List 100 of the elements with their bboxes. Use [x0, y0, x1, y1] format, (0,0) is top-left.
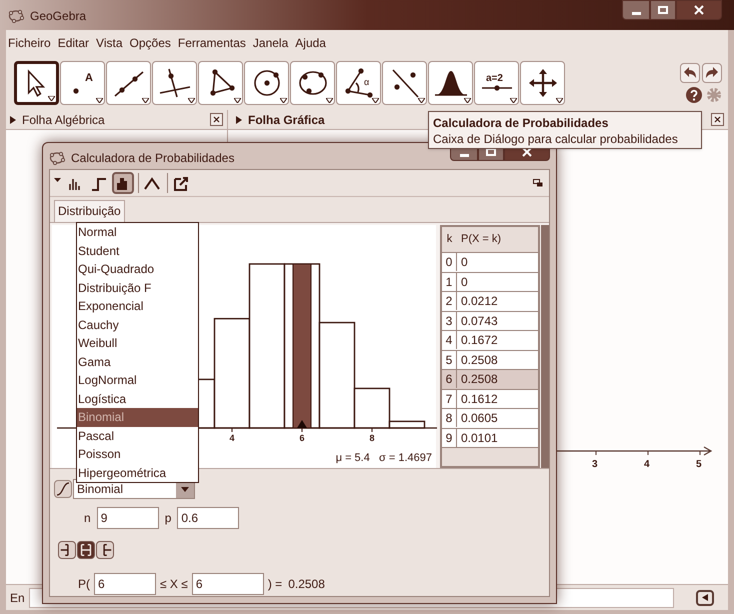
- dropdown-arrow-icon: [464, 98, 471, 103]
- menu-item[interactable]: Ficheiro: [8, 34, 51, 52]
- table-cell: 9: [442, 428, 457, 447]
- tool-button[interactable]: [14, 61, 59, 105]
- table-cell: 7: [442, 390, 457, 408]
- distribution-option[interactable]: LogNormal: [77, 371, 198, 390]
- menu-item[interactable]: Editar: [58, 34, 90, 52]
- expand-icon: [10, 116, 16, 124]
- table-row[interactable]: 9 0.0101: [442, 428, 538, 448]
- distribution-option[interactable]: Binomial: [77, 408, 198, 426]
- tool-button[interactable]: [152, 61, 197, 105]
- parameter-field[interactable]: 0.6: [177, 507, 240, 529]
- close-icon: [714, 116, 721, 123]
- distribution-option[interactable]: Poisson: [77, 445, 198, 464]
- tool-button[interactable]: [244, 61, 289, 105]
- probability-equals: ) =: [268, 576, 282, 593]
- menu-item[interactable]: Opções: [130, 34, 171, 52]
- menu-item[interactable]: Janela: [252, 34, 288, 52]
- distribution-option[interactable]: Exponencial: [77, 297, 198, 316]
- axis-tick-label: 6: [300, 433, 304, 443]
- cumulative-toggle-button[interactable]: [54, 480, 72, 498]
- axis-tick-label: 5: [696, 458, 702, 472]
- tool-button[interactable]: [520, 61, 565, 105]
- table-row[interactable]: 4 0.1672: [442, 331, 538, 350]
- table-row[interactable]: 1 0: [442, 272, 538, 292]
- interval-button[interactable]: [58, 541, 76, 559]
- panel-title: Folha Algébrica: [22, 112, 105, 128]
- marker-icon[interactable]: [297, 420, 307, 428]
- table-cell: 6: [442, 370, 457, 388]
- close-button[interactable]: [676, 0, 722, 20]
- tool-button[interactable]: [290, 61, 335, 105]
- interval-button[interactable]: [96, 541, 114, 559]
- view-button[interactable]: [112, 172, 134, 194]
- dropdown-arrow-icon: [280, 98, 287, 103]
- cumulative-curve-icon: [56, 482, 70, 496]
- tooltip-description: Caixa de Diálogo para calcular probabilidades: [433, 132, 679, 146]
- dropdown-arrow-icon: [142, 98, 149, 103]
- table-row[interactable]: 5 0.2508: [442, 350, 538, 370]
- redo-button[interactable]: [702, 63, 722, 83]
- help-icon[interactable]: [686, 87, 702, 103]
- distribution-option[interactable]: Qui-Quadrado: [77, 260, 198, 278]
- parameter-label: p: [164, 510, 172, 527]
- table-row[interactable]: 0 0: [442, 253, 538, 272]
- distribution-tab[interactable]: Distribuição: [54, 200, 125, 222]
- parameter-field[interactable]: 9: [96, 507, 159, 529]
- close-icon: [213, 116, 220, 123]
- scrollbar[interactable]: [541, 225, 549, 468]
- tool-button[interactable]: [382, 61, 427, 105]
- table-cell: 0: [442, 253, 457, 272]
- upper-bound-field[interactable]: 6: [192, 573, 264, 595]
- distribution-option[interactable]: Gama: [77, 352, 198, 371]
- tool-button[interactable]: [106, 61, 151, 105]
- close-icon: [522, 147, 532, 157]
- undo-button[interactable]: [680, 63, 700, 83]
- table-cell: 4: [442, 331, 457, 350]
- distribution-option[interactable]: Normal: [77, 223, 198, 242]
- table-row[interactable]: 8 0.0605: [442, 409, 538, 428]
- distribution-option[interactable]: Cauchy: [77, 316, 198, 334]
- redo-icon: [705, 67, 719, 79]
- distribution-option[interactable]: Hipergeométrica: [77, 464, 198, 482]
- panel-close-button[interactable]: [711, 113, 724, 126]
- distribution-option[interactable]: Distribuição F: [77, 278, 198, 297]
- column-header: k: [446, 232, 454, 248]
- table-row[interactable]: 6 0.2508: [442, 370, 538, 390]
- axis-tick-label: 4: [644, 458, 650, 472]
- menu-item[interactable]: Ajuda: [295, 34, 326, 52]
- inequality-label: ≤ X ≤: [160, 576, 188, 593]
- tool-button[interactable]: [198, 61, 243, 105]
- table-row[interactable]: 2 0.0212: [442, 292, 538, 312]
- minimize-button[interactable]: [622, 0, 650, 20]
- distribution-option[interactable]: Student: [77, 242, 198, 260]
- distribution-option[interactable]: Weibull: [77, 334, 198, 352]
- axis-tick-label: 8: [370, 433, 374, 443]
- table-cell-text: 0.1612: [460, 390, 498, 408]
- tool-button[interactable]: [428, 61, 473, 105]
- interval-button[interactable]: [77, 541, 95, 559]
- menu-item[interactable]: Vista: [96, 34, 123, 52]
- table-cell: 2: [442, 292, 457, 310]
- panel-close-button[interactable]: [210, 113, 223, 126]
- interval-interval-icon: [78, 541, 94, 559]
- table-row[interactable]: 3 0.0743: [442, 312, 538, 331]
- logo-icon: [8, 9, 24, 23]
- expand-icon: [236, 116, 242, 124]
- table-row[interactable]: 7 0.1612: [442, 390, 538, 409]
- maximize-button[interactable]: [650, 0, 676, 20]
- column-header: P(X = k): [460, 232, 502, 248]
- table-cell-text: 0.2508: [460, 371, 498, 388]
- close-icon: [694, 5, 704, 15]
- menu-item[interactable]: Ferramentas: [178, 34, 246, 52]
- dropdown-arrow-icon: [510, 98, 517, 103]
- lower-bound-field[interactable]: 6: [94, 573, 156, 595]
- axis-tick-label: 4: [230, 433, 234, 443]
- undo-icon: [683, 67, 697, 79]
- input-help-button[interactable]: [696, 590, 714, 606]
- dropdown-arrow-icon: [96, 98, 103, 103]
- distribution-option[interactable]: Pascal: [77, 426, 198, 445]
- table-cell-text: 0.0743: [460, 312, 498, 330]
- undock-icon[interactable]: [533, 179, 543, 187]
- parameter-label: n: [84, 510, 91, 527]
- distribution-option[interactable]: Logística: [77, 390, 198, 408]
